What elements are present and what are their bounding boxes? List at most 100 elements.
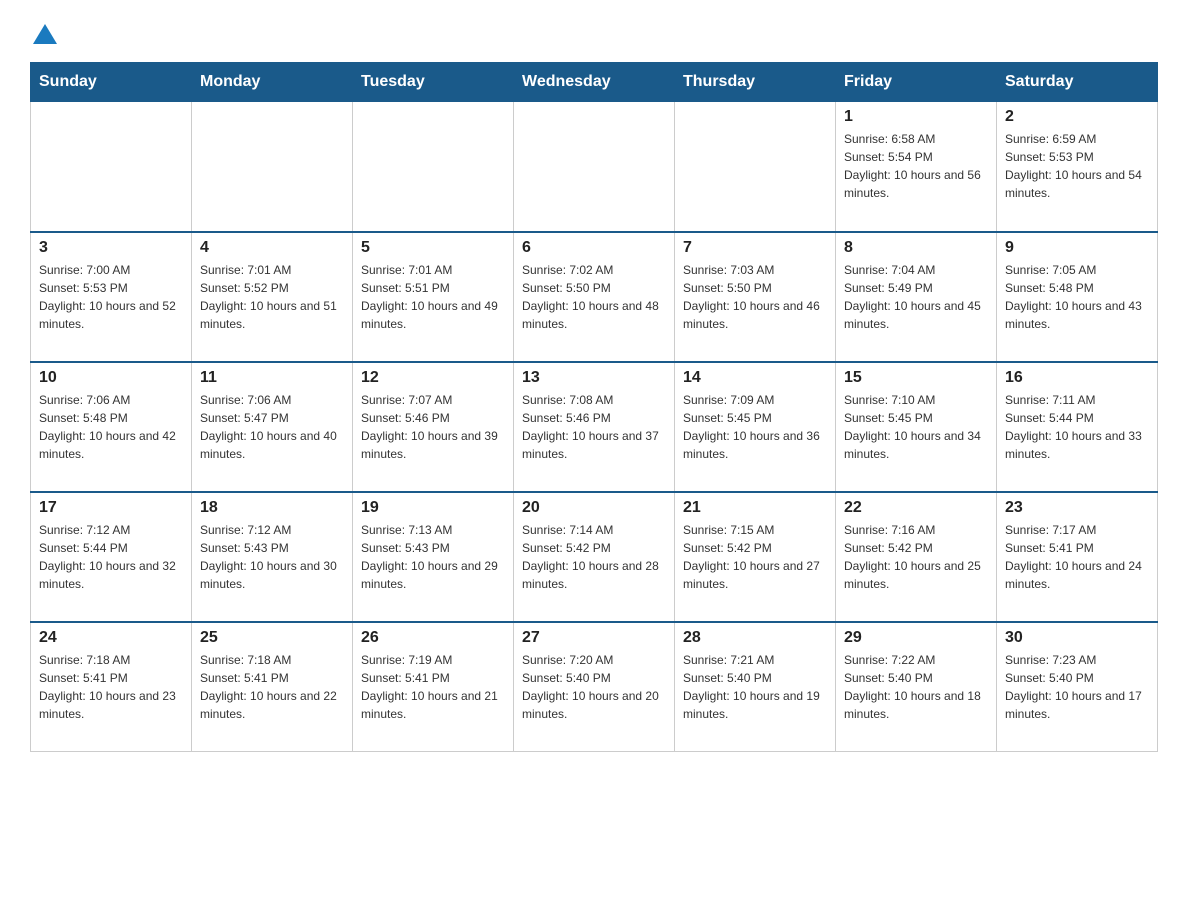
calendar-cell: 26 Sunrise: 7:19 AM Sunset: 5:41 PM Dayli…	[353, 622, 514, 752]
day-info: Sunrise: 7:12 AM Sunset: 5:43 PM Dayligh…	[200, 521, 344, 593]
logo-triangle-icon	[33, 24, 57, 44]
day-number: 1	[844, 108, 988, 126]
calendar-cell	[192, 102, 353, 232]
calendar-cell: 19Sunrise: 7:13 AM Sunset: 5:43 PM Dayli…	[353, 492, 514, 622]
weekday-header-tuesday: Tuesday	[353, 63, 514, 102]
day-number: 29	[844, 629, 988, 647]
day-info: Sunrise: 6:58 AM Sunset: 5:54 PM Dayligh…	[844, 130, 988, 202]
day-number: 28	[683, 629, 827, 647]
day-info: Sunrise: 7:17 AM Sunset: 5:41 PM Dayligh…	[1005, 521, 1149, 593]
day-info: Sunrise: 7:19 AM Sunset: 5:41 PM Dayligh…	[361, 651, 505, 723]
calendar-week-5: 24 Sunrise: 7:18 AM Sunset: 5:41 PM Dayli…	[31, 622, 1158, 752]
day-number: 11	[200, 369, 344, 387]
calendar-cell: 10 Sunrise: 7:06 AM Sunset: 5:48 PM Dayli…	[31, 362, 192, 492]
calendar-header-row: SundayMondayTuesdayWednesdayThursdayFrid…	[31, 63, 1158, 102]
day-number: 2	[1005, 108, 1149, 126]
day-info: Sunrise: 7:06 AM Sunset: 5:47 PM Dayligh…	[200, 391, 344, 463]
calendar-cell: 25 Sunrise: 7:18 AM Sunset: 5:41 PM Dayli…	[192, 622, 353, 752]
day-number: 4	[200, 239, 344, 257]
calendar-cell	[353, 102, 514, 232]
day-info: Sunrise: 7:10 AM Sunset: 5:45 PM Dayligh…	[844, 391, 988, 463]
page-header	[30, 20, 1158, 42]
day-number: 17	[39, 499, 183, 517]
calendar-week-4: 17Sunrise: 7:12 AM Sunset: 5:44 PM Dayli…	[31, 492, 1158, 622]
day-number: 26	[361, 629, 505, 647]
calendar-cell: 6 Sunrise: 7:02 AM Sunset: 5:50 PM Daylig…	[514, 232, 675, 362]
calendar-table: SundayMondayTuesdayWednesdayThursdayFrid…	[30, 62, 1158, 752]
day-info: Sunrise: 7:01 AM Sunset: 5:52 PM Dayligh…	[200, 261, 344, 333]
calendar-cell: 1 Sunrise: 6:58 AM Sunset: 5:54 PM Daylig…	[836, 102, 997, 232]
day-info: Sunrise: 7:03 AM Sunset: 5:50 PM Dayligh…	[683, 261, 827, 333]
calendar-cell: 8 Sunrise: 7:04 AM Sunset: 5:49 PM Daylig…	[836, 232, 997, 362]
day-info: Sunrise: 7:16 AM Sunset: 5:42 PM Dayligh…	[844, 521, 988, 593]
calendar-cell: 16 Sunrise: 7:11 AM Sunset: 5:44 PM Dayli…	[997, 362, 1158, 492]
day-info: Sunrise: 7:14 AM Sunset: 5:42 PM Dayligh…	[522, 521, 666, 593]
calendar-cell: 23Sunrise: 7:17 AM Sunset: 5:41 PM Dayli…	[997, 492, 1158, 622]
calendar-cell: 17Sunrise: 7:12 AM Sunset: 5:44 PM Dayli…	[31, 492, 192, 622]
calendar-cell: 7 Sunrise: 7:03 AM Sunset: 5:50 PM Daylig…	[675, 232, 836, 362]
day-number: 16	[1005, 369, 1149, 387]
day-number: 6	[522, 239, 666, 257]
calendar-cell: 5 Sunrise: 7:01 AM Sunset: 5:51 PM Daylig…	[353, 232, 514, 362]
day-number: 21	[683, 499, 827, 517]
day-number: 7	[683, 239, 827, 257]
day-number: 10	[39, 369, 183, 387]
day-info: Sunrise: 7:07 AM Sunset: 5:46 PM Dayligh…	[361, 391, 505, 463]
calendar-cell: 27 Sunrise: 7:20 AM Sunset: 5:40 PM Dayli…	[514, 622, 675, 752]
calendar-cell: 30 Sunrise: 7:23 AM Sunset: 5:40 PM Dayli…	[997, 622, 1158, 752]
calendar-cell: 28 Sunrise: 7:21 AM Sunset: 5:40 PM Dayli…	[675, 622, 836, 752]
calendar-cell: 12 Sunrise: 7:07 AM Sunset: 5:46 PM Dayli…	[353, 362, 514, 492]
calendar-cell: 2 Sunrise: 6:59 AM Sunset: 5:53 PM Daylig…	[997, 102, 1158, 232]
calendar-cell: 14Sunrise: 7:09 AM Sunset: 5:45 PM Dayli…	[675, 362, 836, 492]
day-info: Sunrise: 7:18 AM Sunset: 5:41 PM Dayligh…	[39, 651, 183, 723]
calendar-cell	[514, 102, 675, 232]
calendar-week-2: 3 Sunrise: 7:00 AM Sunset: 5:53 PM Daylig…	[31, 232, 1158, 362]
day-number: 19	[361, 499, 505, 517]
day-info: Sunrise: 6:59 AM Sunset: 5:53 PM Dayligh…	[1005, 130, 1149, 202]
calendar-week-1: 1 Sunrise: 6:58 AM Sunset: 5:54 PM Daylig…	[31, 102, 1158, 232]
calendar-cell: 11 Sunrise: 7:06 AM Sunset: 5:47 PM Dayli…	[192, 362, 353, 492]
calendar-cell: 29 Sunrise: 7:22 AM Sunset: 5:40 PM Dayli…	[836, 622, 997, 752]
day-info: Sunrise: 7:11 AM Sunset: 5:44 PM Dayligh…	[1005, 391, 1149, 463]
day-info: Sunrise: 7:01 AM Sunset: 5:51 PM Dayligh…	[361, 261, 505, 333]
day-number: 9	[1005, 239, 1149, 257]
day-info: Sunrise: 7:20 AM Sunset: 5:40 PM Dayligh…	[522, 651, 666, 723]
day-number: 3	[39, 239, 183, 257]
logo	[30, 20, 57, 42]
day-number: 8	[844, 239, 988, 257]
day-info: Sunrise: 7:05 AM Sunset: 5:48 PM Dayligh…	[1005, 261, 1149, 333]
day-number: 18	[200, 499, 344, 517]
weekday-header-friday: Friday	[836, 63, 997, 102]
day-info: Sunrise: 7:00 AM Sunset: 5:53 PM Dayligh…	[39, 261, 183, 333]
day-number: 5	[361, 239, 505, 257]
day-number: 25	[200, 629, 344, 647]
calendar-cell	[675, 102, 836, 232]
day-info: Sunrise: 7:18 AM Sunset: 5:41 PM Dayligh…	[200, 651, 344, 723]
day-info: Sunrise: 7:04 AM Sunset: 5:49 PM Dayligh…	[844, 261, 988, 333]
day-info: Sunrise: 7:21 AM Sunset: 5:40 PM Dayligh…	[683, 651, 827, 723]
day-info: Sunrise: 7:02 AM Sunset: 5:50 PM Dayligh…	[522, 261, 666, 333]
day-info: Sunrise: 7:15 AM Sunset: 5:42 PM Dayligh…	[683, 521, 827, 593]
day-info: Sunrise: 7:22 AM Sunset: 5:40 PM Dayligh…	[844, 651, 988, 723]
day-number: 15	[844, 369, 988, 387]
calendar-cell: 13Sunrise: 7:08 AM Sunset: 5:46 PM Dayli…	[514, 362, 675, 492]
calendar-cell: 4 Sunrise: 7:01 AM Sunset: 5:52 PM Daylig…	[192, 232, 353, 362]
calendar-week-3: 10 Sunrise: 7:06 AM Sunset: 5:48 PM Dayli…	[31, 362, 1158, 492]
weekday-header-thursday: Thursday	[675, 63, 836, 102]
day-number: 13	[522, 369, 666, 387]
day-number: 24	[39, 629, 183, 647]
calendar-cell: 24 Sunrise: 7:18 AM Sunset: 5:41 PM Dayli…	[31, 622, 192, 752]
day-number: 12	[361, 369, 505, 387]
day-number: 30	[1005, 629, 1149, 647]
calendar-cell: 3 Sunrise: 7:00 AM Sunset: 5:53 PM Daylig…	[31, 232, 192, 362]
weekday-header-sunday: Sunday	[31, 63, 192, 102]
weekday-header-wednesday: Wednesday	[514, 63, 675, 102]
day-info: Sunrise: 7:23 AM Sunset: 5:40 PM Dayligh…	[1005, 651, 1149, 723]
calendar-cell: 21 Sunrise: 7:15 AM Sunset: 5:42 PM Dayli…	[675, 492, 836, 622]
day-info: Sunrise: 7:09 AM Sunset: 5:45 PM Dayligh…	[683, 391, 827, 463]
day-number: 20	[522, 499, 666, 517]
calendar-cell: 22Sunrise: 7:16 AM Sunset: 5:42 PM Dayli…	[836, 492, 997, 622]
day-info: Sunrise: 7:06 AM Sunset: 5:48 PM Dayligh…	[39, 391, 183, 463]
calendar-cell: 20 Sunrise: 7:14 AM Sunset: 5:42 PM Dayli…	[514, 492, 675, 622]
day-number: 27	[522, 629, 666, 647]
